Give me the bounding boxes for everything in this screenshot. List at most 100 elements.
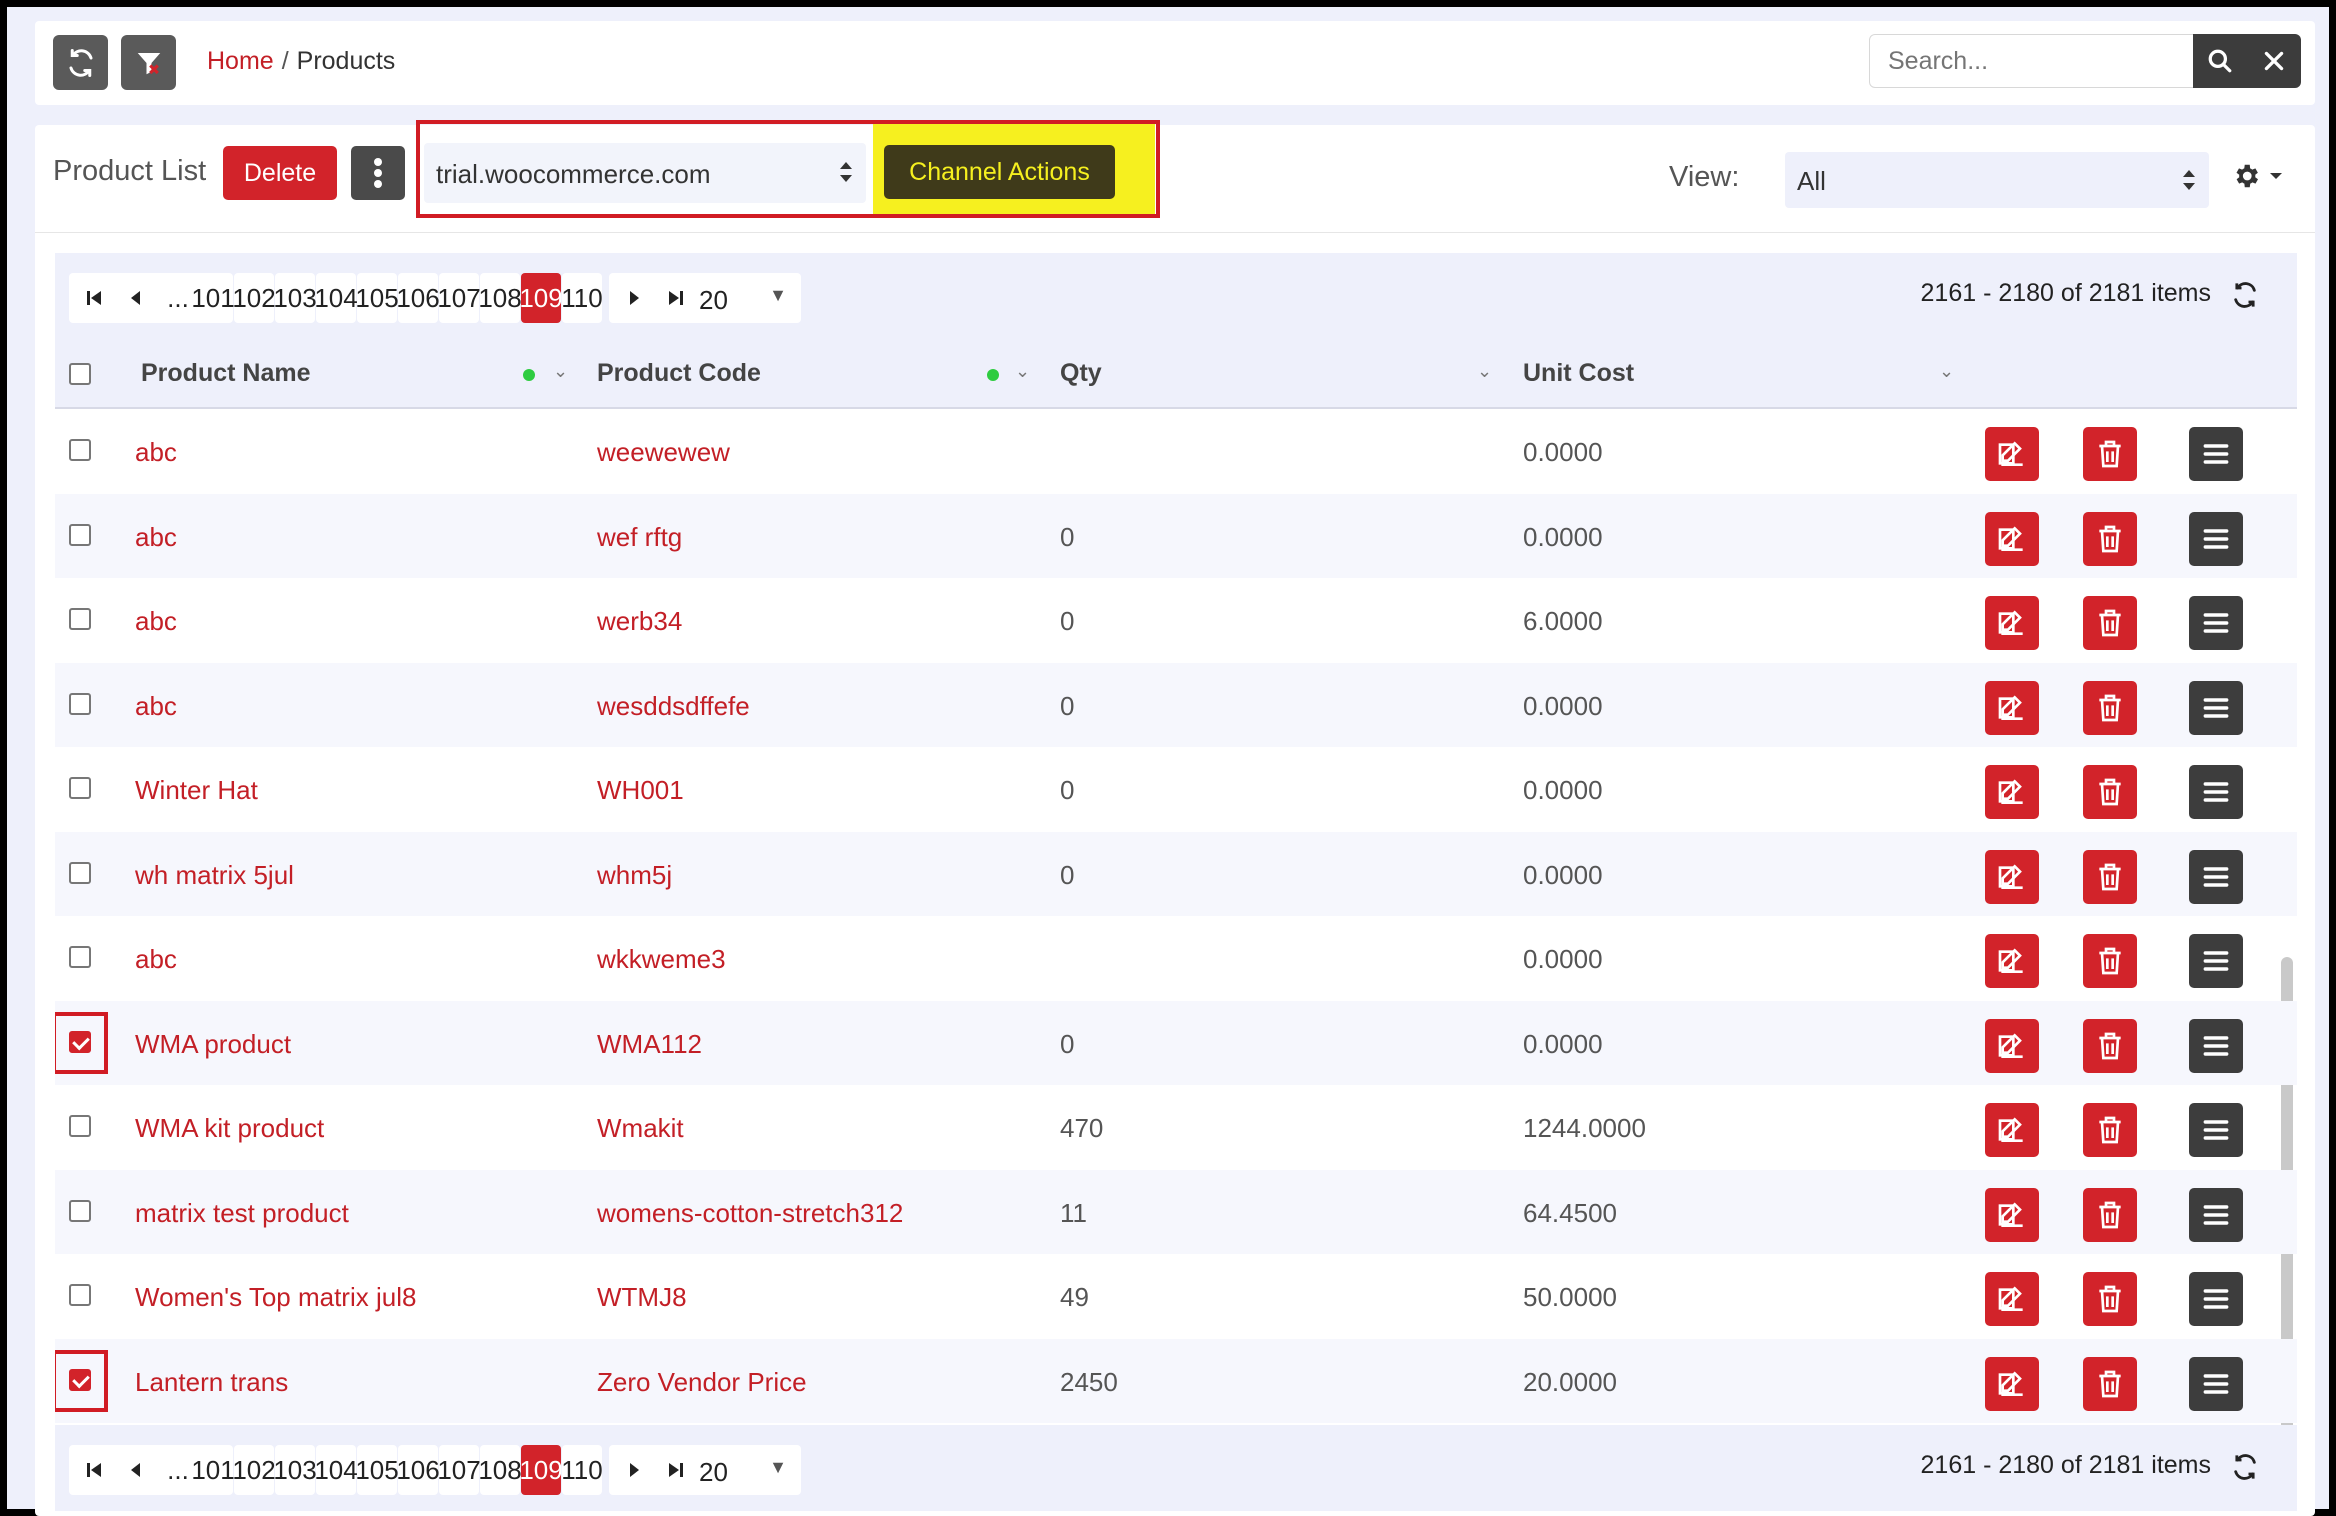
page-number-link[interactable]: 103 — [273, 273, 317, 323]
row-menu-button[interactable] — [2189, 1356, 2243, 1411]
delete-row-button[interactable] — [2083, 1272, 2137, 1326]
product-code-link[interactable]: weewewew — [597, 437, 730, 468]
row-menu-button[interactable] — [2189, 511, 2243, 566]
search-input[interactable] — [1869, 34, 2199, 88]
select-all-checkbox[interactable] — [69, 363, 91, 385]
column-header-code[interactable]: Product Code — [597, 359, 761, 388]
edit-button[interactable] — [1985, 765, 2039, 819]
edit-button[interactable] — [1985, 1356, 2039, 1411]
page-size-select[interactable]: 20 ▼ — [691, 273, 801, 323]
product-name-link[interactable]: abc — [135, 944, 177, 975]
product-code-link[interactable]: wkkweme3 — [597, 944, 726, 975]
edit-button[interactable] — [1985, 849, 2039, 904]
table-row[interactable]: Winter Hat WH001 0 0.0000 — [55, 747, 2297, 831]
edit-button[interactable] — [1985, 680, 2039, 735]
delete-row-button[interactable] — [2083, 1103, 2137, 1157]
page-number-link[interactable]: 106 — [396, 1445, 440, 1495]
row-menu-button[interactable] — [2189, 1272, 2243, 1326]
table-row[interactable]: wh matrix 5jul whm5j 0 0.0000 — [55, 831, 2297, 916]
page-number-link[interactable]: 108 — [478, 1445, 522, 1495]
page-number-link[interactable]: 110 — [561, 273, 603, 323]
row-menu-button[interactable] — [2189, 427, 2243, 481]
column-menu-chevron-icon[interactable]: ⌄ — [553, 361, 568, 382]
page-number-link[interactable]: 107 — [437, 273, 481, 323]
row-checkbox[interactable] — [69, 1284, 91, 1306]
product-code-link[interactable]: werb34 — [597, 606, 682, 637]
channel-actions-button[interactable]: Channel Actions — [884, 145, 1115, 199]
edit-button[interactable] — [1985, 427, 2039, 481]
edit-button[interactable] — [1985, 1272, 2039, 1326]
row-checkbox[interactable] — [69, 861, 91, 884]
product-code-link[interactable]: Wmakit — [597, 1113, 684, 1144]
column-menu-chevron-icon[interactable]: ⌄ — [1477, 361, 1492, 382]
edit-button[interactable] — [1985, 511, 2039, 566]
search-button[interactable] — [2193, 34, 2247, 88]
page-number-link[interactable]: 108 — [478, 273, 522, 323]
row-checkbox[interactable] — [69, 608, 91, 630]
product-name-link[interactable]: WMA kit product — [135, 1113, 324, 1144]
row-checkbox[interactable] — [69, 439, 91, 461]
product-name-link[interactable]: abc — [135, 691, 177, 722]
product-name-link[interactable]: Lantern trans — [135, 1367, 288, 1398]
table-row[interactable]: abc wesddsdffefe 0 0.0000 — [55, 662, 2297, 747]
refresh-icon[interactable] — [2231, 1453, 2259, 1481]
clear-search-button[interactable] — [2247, 34, 2301, 88]
table-row[interactable]: abc werb34 0 6.0000 — [55, 578, 2297, 662]
row-menu-button[interactable] — [2189, 596, 2243, 650]
row-menu-button[interactable] — [2189, 680, 2243, 735]
edit-button[interactable] — [1985, 1018, 2039, 1073]
row-menu-button[interactable] — [2189, 1103, 2243, 1157]
edit-button[interactable] — [1985, 596, 2039, 650]
refresh-button[interactable] — [53, 35, 108, 90]
product-name-link[interactable]: Winter Hat — [135, 775, 258, 806]
channel-select[interactable]: trial.woocommerce.com — [424, 143, 866, 203]
page-number-link[interactable]: 101 — [191, 273, 235, 323]
page-number-link[interactable]: 104 — [314, 273, 358, 323]
page-number-link[interactable]: 106 — [396, 273, 440, 323]
row-menu-button[interactable] — [2189, 1187, 2243, 1242]
page-number-link[interactable]: 109 — [519, 1445, 563, 1495]
product-code-link[interactable]: womens-cotton-stretch312 — [597, 1198, 903, 1229]
delete-row-button[interactable] — [2083, 596, 2137, 650]
product-name-link[interactable]: wh matrix 5jul — [135, 860, 294, 891]
product-code-link[interactable]: WH001 — [597, 775, 684, 806]
page-number-link[interactable]: 101 — [191, 1445, 235, 1495]
product-name-link[interactable]: abc — [135, 437, 177, 468]
row-checkbox[interactable] — [69, 946, 91, 968]
page-number-link[interactable]: 104 — [314, 1445, 358, 1495]
table-row[interactable]: abc wkkweme3 0.0000 — [55, 916, 2297, 1000]
row-checkbox[interactable] — [69, 1115, 91, 1137]
product-name-link[interactable]: abc — [135, 606, 177, 637]
delete-row-button[interactable] — [2083, 765, 2137, 819]
column-header-qty[interactable]: Qty — [1060, 359, 1102, 388]
page-number-link[interactable]: 102 — [232, 1445, 276, 1495]
delete-row-button[interactable] — [2083, 680, 2137, 735]
delete-row-button[interactable] — [2083, 1018, 2137, 1073]
product-code-link[interactable]: Zero Vendor Price — [597, 1367, 807, 1398]
product-code-link[interactable]: WTMJ8 — [597, 1282, 687, 1313]
page-number-link[interactable]: 105 — [355, 1445, 399, 1495]
delete-button[interactable]: Delete — [223, 146, 337, 200]
row-checkbox[interactable] — [69, 777, 91, 799]
product-code-link[interactable]: wef rftg — [597, 522, 682, 553]
delete-row-button[interactable] — [2083, 427, 2137, 481]
column-header-name[interactable]: Product Name — [141, 359, 310, 388]
product-name-link[interactable]: Women's Top matrix jul8 — [135, 1282, 416, 1313]
column-header-cost[interactable]: Unit Cost — [1523, 359, 1634, 388]
product-code-link[interactable]: wesddsdffefe — [597, 691, 750, 722]
edit-button[interactable] — [1985, 1103, 2039, 1157]
delete-row-button[interactable] — [2083, 934, 2137, 988]
view-select[interactable]: All — [1785, 152, 2209, 208]
edit-button[interactable] — [1985, 934, 2039, 988]
product-name-link[interactable]: matrix test product — [135, 1198, 349, 1229]
clear-filter-button[interactable] — [121, 35, 176, 90]
page-size-select[interactable]: 20 ▼ — [691, 1445, 801, 1495]
row-menu-button[interactable] — [2189, 934, 2243, 988]
row-checkbox[interactable] — [69, 1199, 91, 1222]
row-menu-button[interactable] — [2189, 849, 2243, 904]
delete-row-button[interactable] — [2083, 849, 2137, 904]
row-menu-button[interactable] — [2189, 1018, 2243, 1073]
column-menu-chevron-icon[interactable]: ⌄ — [1939, 361, 1954, 382]
table-row[interactable]: WMA kit product Wmakit 470 1244.0000 — [55, 1085, 2297, 1169]
product-name-link[interactable]: abc — [135, 522, 177, 553]
